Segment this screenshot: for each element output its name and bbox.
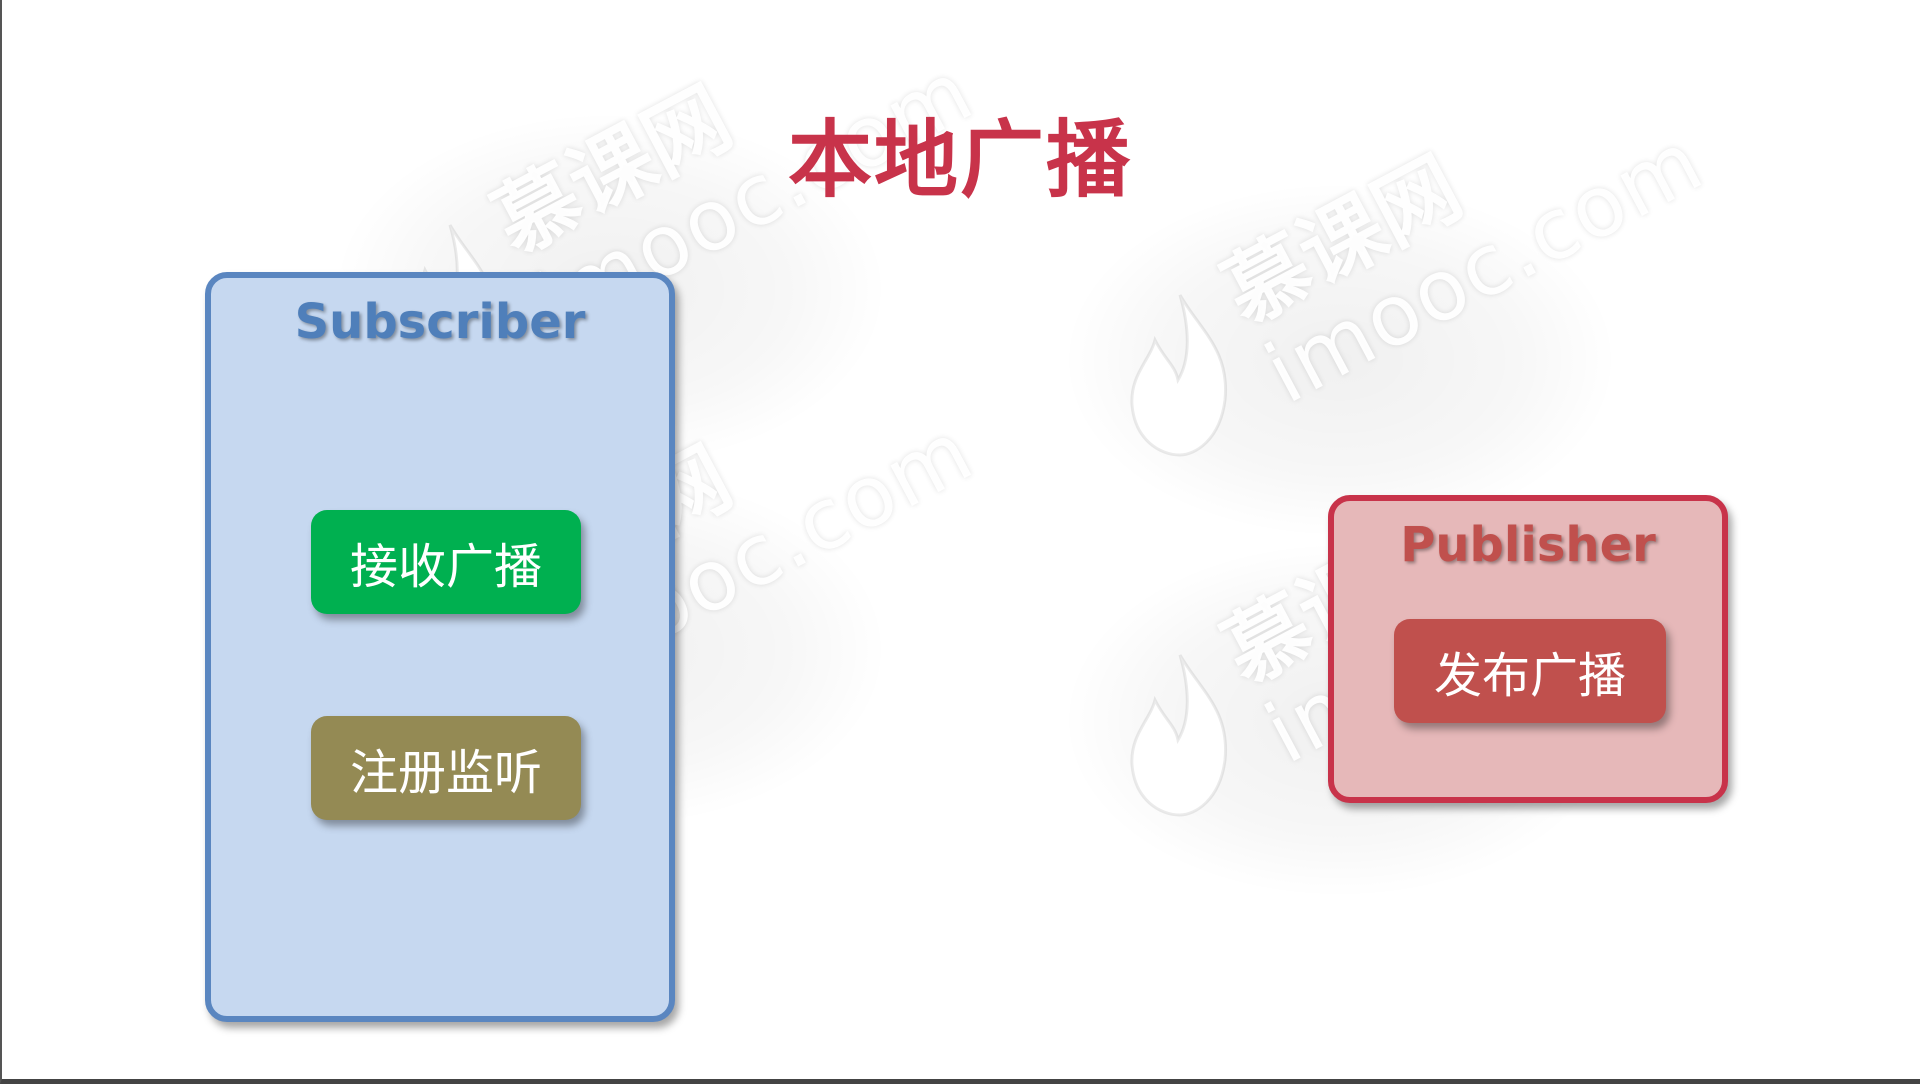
register-listener-block: 注册监听 — [311, 716, 581, 820]
publisher-title: Publisher — [1400, 517, 1656, 573]
publish-broadcast-block: 发布广播 — [1394, 619, 1666, 723]
subscriber-box: Subscriber 接收广播 注册监听 — [205, 272, 675, 1022]
receive-broadcast-block: 接收广播 — [311, 510, 581, 614]
subscriber-title: Subscriber — [294, 294, 586, 350]
slide-title: 本地广播 — [787, 111, 1132, 209]
publisher-box: Publisher 发布广播 — [1328, 495, 1728, 803]
